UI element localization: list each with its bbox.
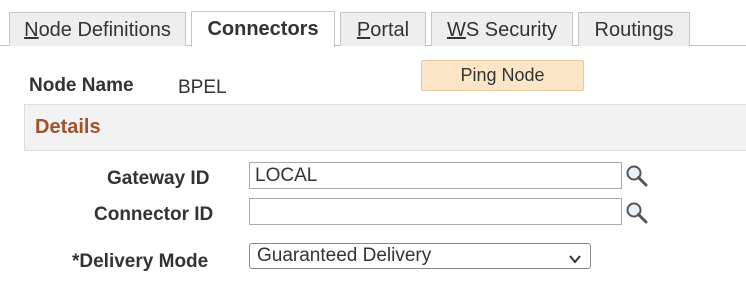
gateway-id-label: Gateway ID — [107, 168, 210, 189]
tab-bar: Node Definitions Connectors Portal WS Se… — [0, 0, 746, 47]
delivery-mode-label: *Delivery Mode — [72, 251, 209, 272]
tab-portal[interactable]: Portal — [340, 12, 426, 46]
tab-ws-security[interactable]: WS Security — [431, 12, 573, 46]
gateway-id-field[interactable]: LOCAL — [249, 162, 622, 189]
chevron-down-icon — [568, 249, 582, 264]
tab-node-definitions[interactable]: Node Definitions — [9, 12, 186, 46]
ping-node-button[interactable]: Ping Node — [421, 60, 584, 91]
tab-routings[interactable]: Routings — [578, 12, 690, 46]
node-name-value: BPEL — [178, 77, 227, 98]
magnifier-icon[interactable] — [625, 164, 649, 188]
magnifier-icon[interactable] — [625, 201, 649, 225]
delivery-mode-select[interactable]: Guaranteed Delivery — [249, 243, 591, 269]
details-section-header: Details — [24, 104, 746, 151]
section-title: Details — [35, 116, 101, 138]
connector-id-field[interactable] — [249, 198, 622, 225]
node-name-label: Node Name — [29, 75, 134, 96]
connector-id-label: Connector ID — [94, 204, 214, 225]
tab-connectors[interactable]: Connectors — [191, 11, 335, 47]
delivery-mode-value: Guaranteed Delivery — [257, 245, 432, 266]
